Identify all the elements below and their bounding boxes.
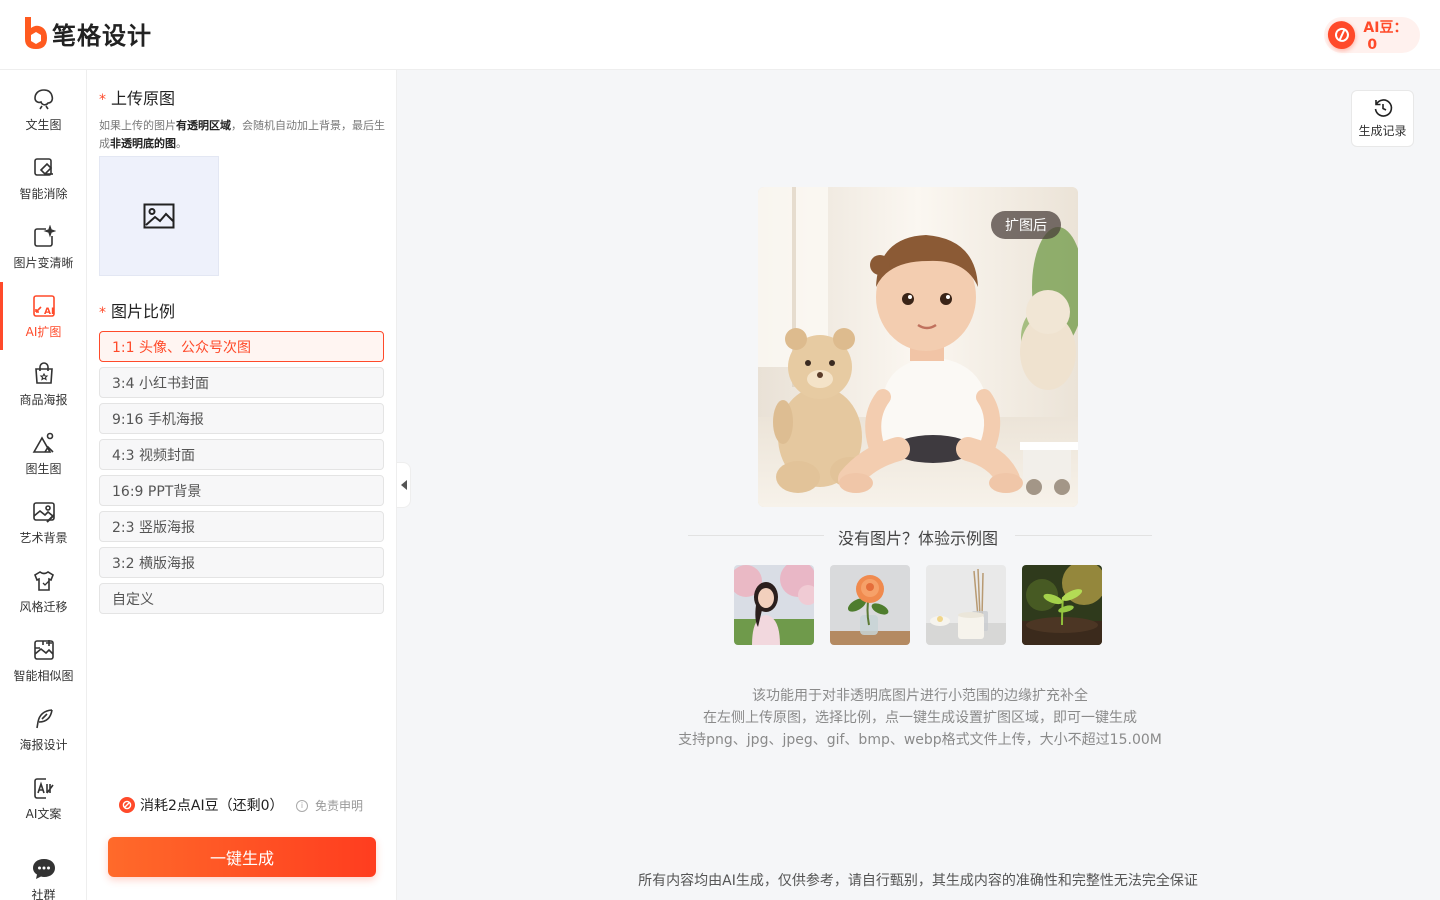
brand-name: 笔格设计: [52, 21, 152, 50]
disclaimer-text: 免责申明: [315, 799, 364, 813]
text-to-image-icon: [31, 86, 57, 112]
collapse-panel-toggle[interactable]: [397, 462, 411, 508]
ratio-section-title: * 图片比例: [99, 298, 175, 322]
cost-text: 消耗2点AI豆（还剩0）: [140, 798, 284, 814]
info-icon: i: [296, 799, 308, 812]
ai-beans-value: 0: [1367, 37, 1378, 53]
ai-copywriting-icon: [31, 775, 57, 801]
feature-description: 该功能用于对非透明底图片进行小范围的边缘扩充补全 在左侧上传原图，选择比例，点一…: [660, 685, 1180, 751]
ai-expand-icon: AI: [31, 293, 57, 319]
required-mark: *: [99, 92, 106, 108]
nav-item-smart-erase[interactable]: 智能消除: [0, 144, 87, 212]
nav-item-style-transfer[interactable]: 风格迁移: [0, 557, 87, 625]
example-thumb-portrait[interactable]: [734, 565, 814, 645]
cost-info: 消耗2点AI豆（还剩0）: [119, 795, 284, 815]
tip-text: 如果上传的图片: [99, 119, 176, 132]
nav-label: 海报设计: [19, 737, 68, 752]
settings-panel: * 上传原图 如果上传的图片有透明区域，会随机自动加上背景，最后生成非透明底的图。…: [87, 70, 397, 900]
style-transfer-icon: [31, 568, 57, 594]
ratio-title-text: 图片比例: [111, 302, 176, 321]
ratio-option-1-1[interactable]: 1:1 头像、公众号次图: [99, 331, 384, 362]
nav-item-ai-expand[interactable]: AI AI扩图: [0, 282, 87, 350]
logo-mark-icon: [25, 17, 47, 49]
nav-label: 风格迁移: [19, 599, 68, 614]
nav-label: 图生图: [25, 461, 62, 476]
chat-bubble-icon: [31, 856, 57, 882]
image-placeholder-icon: [143, 203, 175, 229]
ratio-option-9-16[interactable]: 9:16 手机海报: [99, 403, 384, 434]
history-label: 生成记录: [1358, 124, 1407, 138]
preview-badge: 扩图后: [991, 211, 1061, 239]
upload-tip: 如果上传的图片有透明区域，会随机自动加上背景，最后生成非透明底的图。: [99, 117, 385, 153]
brand-logo[interactable]: 笔格设计: [22, 15, 152, 51]
description-line: 在左侧上传原图，选择比例，点一键生成设置扩图区域，即可一键生成: [703, 710, 1137, 726]
disclaimer-link[interactable]: i 免责申明: [296, 797, 363, 814]
tip-text: 。: [176, 137, 187, 150]
ai-beans-label: AI豆：: [1363, 20, 1408, 36]
divider-line: [1015, 535, 1152, 536]
nav-item-ai-copywriting[interactable]: AI文案: [0, 764, 87, 832]
required-mark: *: [99, 305, 106, 321]
ratio-option-3-2[interactable]: 3:2 横版海报: [99, 547, 384, 578]
generate-button[interactable]: 一键生成: [108, 837, 376, 877]
nav-label: AI文案: [25, 806, 62, 821]
example-thumb-candle[interactable]: [926, 565, 1006, 645]
ai-disclaimer-note: 所有内容均由AI生成，仅供参考，请自行甄别，其生成内容的准确性和完整性无法完全保…: [638, 873, 1198, 889]
description-line: 该功能用于对非透明底图片进行小范围的边缘扩充补全: [752, 688, 1088, 704]
ratio-option-16-9[interactable]: 16:9 PPT背景: [99, 475, 384, 506]
poster-design-icon: [31, 706, 57, 732]
nav-item-poster-design[interactable]: 海报设计: [0, 695, 87, 763]
image-enhance-icon: [31, 224, 57, 250]
ai-beans-balance[interactable]: AI豆：0: [1324, 17, 1420, 53]
ai-bean-icon: [1324, 17, 1360, 53]
divider-line: [688, 535, 824, 536]
nav-label: 艺术背景: [19, 530, 68, 545]
example-thumb-sprout[interactable]: [1022, 565, 1102, 645]
similar-image-icon: [31, 637, 57, 663]
product-poster-icon: [31, 361, 57, 387]
smart-erase-icon: [31, 155, 57, 181]
nav-label: AI扩图: [25, 324, 62, 339]
nav-item-image-enhance[interactable]: 图片变清晰: [0, 213, 87, 281]
history-button[interactable]: 生成记录: [1351, 90, 1414, 147]
nav-item-similar-image[interactable]: 智能相似图: [0, 626, 87, 694]
nav-label: 智能相似图: [13, 668, 74, 683]
ratio-option-4-3[interactable]: 4:3 视频封面: [99, 439, 384, 470]
nav-item-product-poster[interactable]: 商品海报: [0, 350, 87, 418]
nav-label: 智能消除: [19, 186, 68, 201]
history-icon: [1374, 99, 1392, 117]
tip-bold-text: 非透明底的图: [110, 137, 176, 150]
tool-sidebar: 文生图 智能消除 图片变清晰 AI AI扩图 商品海报 图生图 艺术背景 风格迁…: [0, 70, 87, 900]
description-line: 支持png、jpg、jpeg、gif、bmp、webp格式文件上传，大小不超过1…: [678, 732, 1162, 748]
ai-beans-text: AI豆：0: [1363, 17, 1420, 53]
ai-bean-icon: [119, 797, 135, 813]
nav-label: 商品海报: [19, 392, 68, 407]
nav-label: 图片变清晰: [13, 255, 74, 270]
image-to-image-icon: [31, 430, 57, 456]
caret-left-icon: [400, 480, 407, 490]
top-header: 笔格设计 AI豆：0: [0, 0, 1440, 70]
example-thumb-rose[interactable]: [830, 565, 910, 645]
ratio-option-custom[interactable]: 自定义: [99, 583, 384, 614]
ratio-option-2-3[interactable]: 2:3 竖版海报: [99, 511, 384, 542]
upload-title-text: 上传原图: [111, 89, 176, 108]
upload-dropzone[interactable]: [99, 156, 219, 276]
svg-text:AI: AI: [44, 307, 54, 317]
nav-item-text-to-image[interactable]: 文生图: [0, 75, 87, 143]
art-background-icon: [31, 499, 57, 525]
nav-item-art-background[interactable]: 艺术背景: [0, 488, 87, 556]
tip-bold-text: 有透明区域: [176, 119, 231, 132]
upload-section-title: * 上传原图: [99, 85, 175, 109]
examples-title: 没有图片？体验示例图: [838, 529, 999, 548]
ratio-option-3-4[interactable]: 3:4 小红书封面: [99, 367, 384, 398]
nav-label: 社群: [31, 887, 56, 900]
nav-label: 文生图: [25, 117, 62, 132]
nav-item-image-to-image[interactable]: 图生图: [0, 419, 87, 487]
nav-item-community[interactable]: 社群: [0, 845, 87, 900]
